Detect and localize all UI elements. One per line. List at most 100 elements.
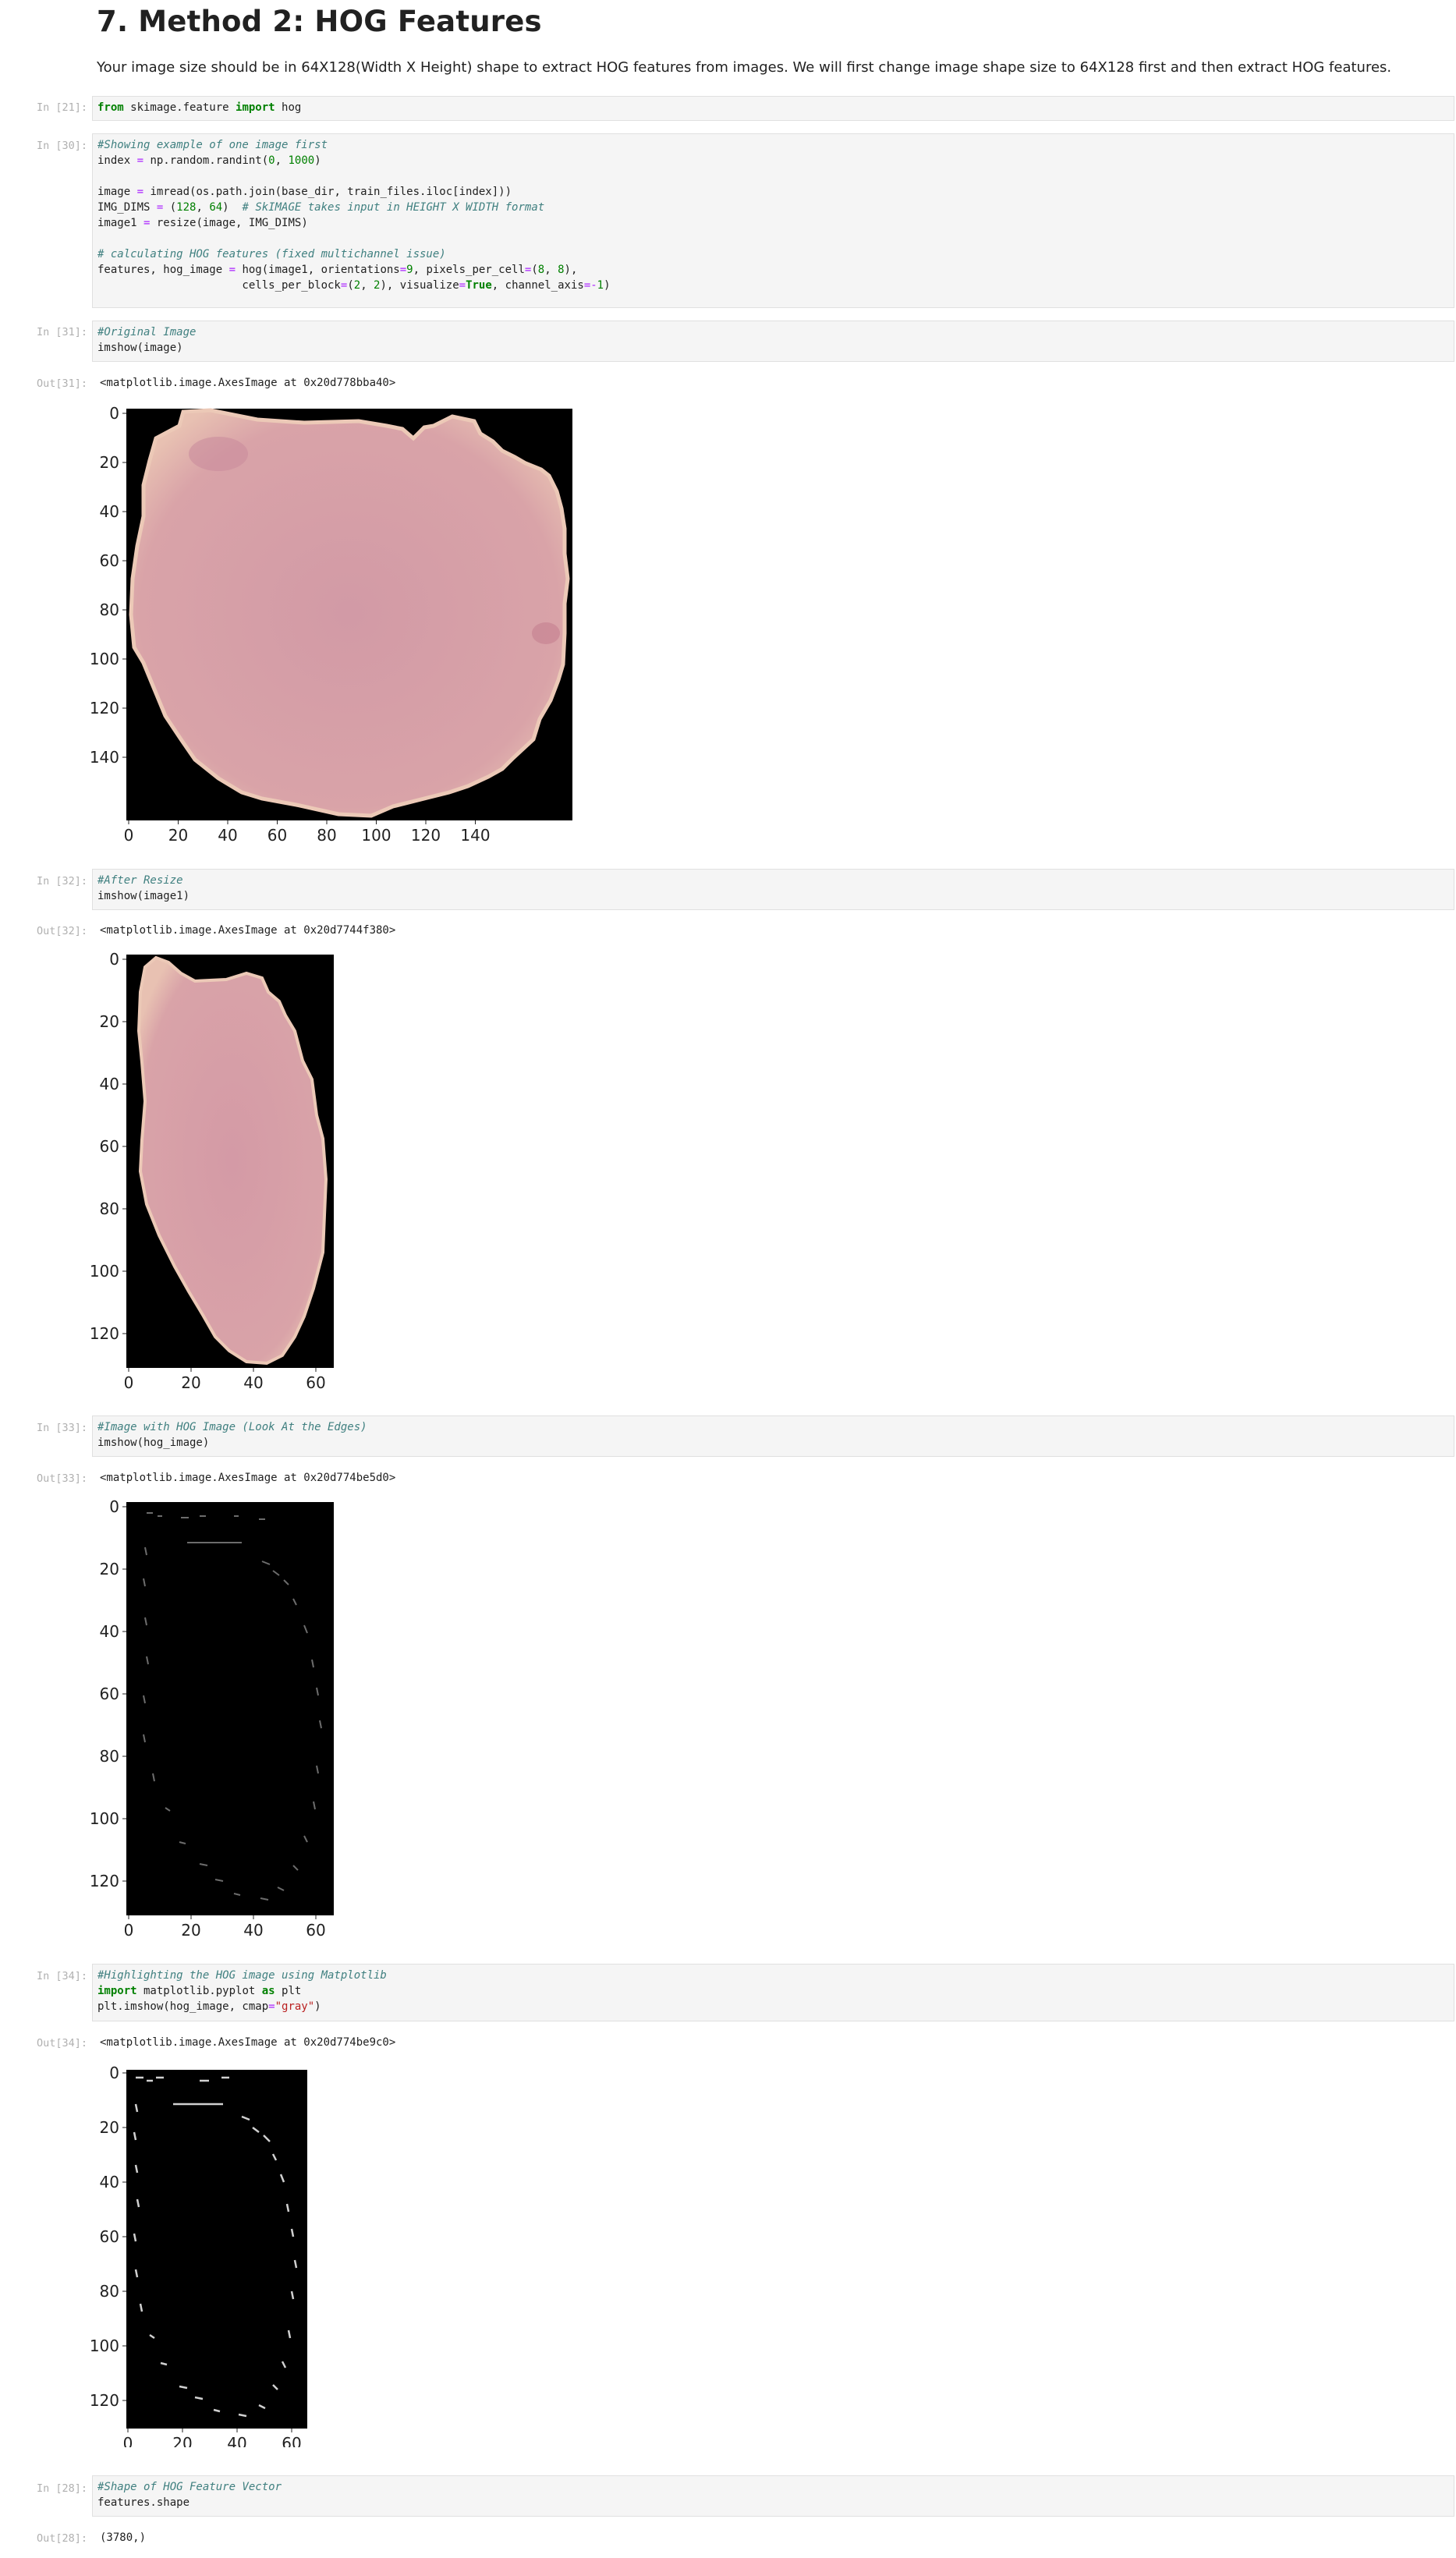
x-tick-label: 20	[168, 826, 188, 845]
plot-original-image: 0 20 40 60 80 100 120 140 0 20 40 60 80 100 120 140	[90, 404, 572, 845]
code-editor[interactable]: #After Resize imshow(image1)	[97, 873, 1449, 904]
y-tick-label: 40	[100, 502, 119, 521]
x-axis: 0 20 40 60 80 100 120 140	[124, 820, 491, 845]
code-token: skimage.feature	[123, 101, 236, 114]
code-token: features.shape	[97, 2496, 190, 2509]
code-token: (	[347, 279, 354, 292]
input-prompt: In [30]:	[36, 140, 87, 152]
code-token: import	[236, 101, 275, 114]
code-token: 2	[353, 279, 361, 292]
code-token: #Shape of HOG Feature Vector	[97, 2481, 282, 2493]
output-text: <matplotlib.image.AxesImage at 0x20d778b…	[100, 377, 396, 389]
code-token: ,	[275, 154, 289, 167]
code-token: cells_per_block	[97, 279, 341, 292]
y-tick-label: 80	[100, 1747, 119, 1766]
y-tick-label: 100	[90, 1262, 119, 1281]
x-tick-label: 40	[227, 2434, 246, 2447]
y-tick-label: 80	[100, 1199, 119, 1218]
code-token: =	[136, 186, 144, 198]
output-prompt: Out[28]:	[36, 2532, 87, 2545]
code-token: # SkIMAGE takes input in HEIGHT X WIDTH …	[242, 201, 545, 214]
x-tick-label: 40	[243, 1373, 263, 1392]
code-token: features, hog_image	[97, 264, 229, 276]
code-editor[interactable]: from skimage.feature import hog	[97, 100, 1449, 115]
code-token: =-	[583, 279, 597, 292]
code-token: )	[314, 154, 321, 167]
output-text: <matplotlib.image.AxesImage at 0x20d774b…	[100, 1472, 396, 1484]
code-token: imshow(hog_image)	[97, 1437, 210, 1449]
plot-hog-image-gray: 0 20 40 60 80 100 120 0 20 40 60	[90, 2064, 307, 2447]
code-cell[interactable]: #Highlighting the HOG image using Matplo…	[92, 1964, 1454, 2021]
code-cell[interactable]: #Shape of HOG Feature Vector features.sh…	[92, 2475, 1454, 2517]
code-editor[interactable]: #Shape of HOG Feature Vector features.sh…	[97, 2479, 1449, 2510]
y-tick-label: 100	[90, 2337, 119, 2355]
output-text: <matplotlib.image.AxesImage at 0x20d774b…	[100, 2036, 396, 2049]
x-tick-label: 140	[460, 826, 490, 845]
x-tick-label: 100	[361, 826, 391, 845]
y-tick-label: 0	[109, 2064, 119, 2082]
code-token: "gray"	[275, 2000, 315, 2013]
cell-spot	[532, 622, 560, 644]
code-cell[interactable]: #Original Image imshow(image)	[92, 321, 1454, 362]
y-tick-label: 60	[100, 2227, 119, 2246]
code-token: #After Resize	[97, 874, 183, 887]
x-tick-label: 0	[124, 826, 134, 845]
code-editor[interactable]: #Original Image imshow(image)	[97, 324, 1449, 356]
output-prompt: Out[32]:	[36, 925, 87, 937]
code-token: 8	[558, 264, 565, 276]
y-tick-label: 20	[100, 1012, 119, 1031]
code-token: 128	[176, 201, 197, 214]
x-axis: 0 20 40 60	[124, 1915, 326, 1940]
output-prompt: Out[34]:	[36, 2037, 87, 2050]
input-prompt: In [31]:	[36, 326, 87, 338]
code-token: 64	[209, 201, 223, 214]
y-tick-label: 0	[109, 950, 119, 969]
y-tick-label: 120	[90, 699, 119, 717]
code-token: =	[268, 2000, 275, 2013]
code-cell[interactable]: #After Resize imshow(image1)	[92, 869, 1454, 910]
code-token: image	[97, 186, 137, 198]
x-tick-label: 60	[282, 2434, 301, 2447]
code-token: , channel_axis	[491, 279, 584, 292]
code-token: ),	[564, 264, 578, 276]
x-tick-label: 40	[243, 1921, 263, 1940]
image-background	[126, 2070, 307, 2429]
output-prompt: Out[33]:	[36, 1472, 87, 1485]
x-tick-label: 0	[124, 1921, 134, 1940]
code-token: image1	[97, 217, 144, 229]
x-tick-label: 20	[172, 2434, 192, 2447]
code-cell[interactable]: from skimage.feature import hog	[92, 96, 1454, 121]
y-tick-label: 40	[100, 1075, 119, 1093]
code-token: resize(image, IMG_DIMS)	[150, 217, 308, 229]
code-editor[interactable]: #Image with HOG Image (Look At the Edges…	[97, 1419, 1449, 1451]
y-tick-label: 60	[100, 551, 119, 570]
code-token: from	[97, 101, 124, 114]
x-axis: 0 20 40 60	[124, 1368, 326, 1392]
code-token: =	[136, 154, 144, 167]
code-cell[interactable]: #Showing example of one image first inde…	[92, 133, 1454, 308]
x-tick-label: 20	[181, 1921, 200, 1940]
code-editor[interactable]: #Highlighting the HOG image using Matplo…	[97, 1968, 1449, 2014]
y-tick-label: 120	[90, 1324, 119, 1343]
y-tick-label: 100	[90, 1809, 119, 1828]
code-token: =	[228, 264, 236, 276]
y-tick-label: 20	[100, 453, 119, 472]
y-tick-label: 20	[100, 2118, 119, 2137]
input-prompt: In [28]:	[36, 2482, 87, 2495]
x-tick-label: 40	[218, 826, 237, 845]
code-token: )	[222, 201, 243, 214]
code-token: 1000	[288, 154, 315, 167]
y-tick-label: 100	[90, 650, 119, 668]
code-cell[interactable]: #Image with HOG Image (Look At the Edges…	[92, 1415, 1454, 1457]
code-token: imshow(image1)	[97, 890, 190, 902]
code-token: imshow(image)	[97, 342, 183, 354]
code-token: 9	[406, 264, 413, 276]
code-token: hog	[275, 101, 302, 114]
x-tick-label: 0	[123, 2434, 133, 2447]
input-prompt: In [33]:	[36, 1422, 87, 1434]
y-tick-label: 60	[100, 1685, 119, 1703]
code-token: ,	[360, 279, 374, 292]
code-token: (	[163, 201, 177, 214]
y-axis: 0 20 40 60 80 100 120	[90, 2064, 126, 2410]
code-editor[interactable]: #Showing example of one image first inde…	[97, 137, 1449, 293]
